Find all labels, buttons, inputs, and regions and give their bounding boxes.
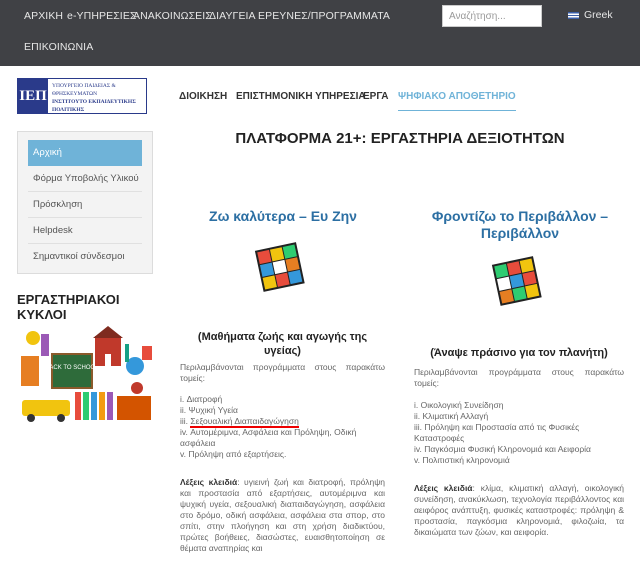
rubiks-cube-icon [491, 256, 542, 306]
greek-flag-icon [568, 11, 579, 19]
top-navbar: ΑΡΧΙΚΗ e-ΥΠΗΡΕΣΙΕΣ ΑΝΑΚΟΙΝΩΣΕΙΣ ΔΙΑΥΓΕΙΑ… [0, 0, 640, 66]
list-item: v. Πρόληψη από εξαρτήσεις. [180, 449, 287, 459]
right-section-title[interactable]: Φροντίζω το Περιβάλλον – Περιβάλλον [410, 208, 630, 242]
logo-line-2: ΙΝΣΤΙΤΟΥΤΟ ΕΚΠΑΙΔΕΥΤΙΚΗΣ ΠΟΛΙΤΙΚΗΣ [52, 99, 136, 113]
language-selector[interactable]: Greek [568, 9, 613, 21]
sidebar-item-invitation[interactable]: Πρόσκληση [28, 192, 142, 218]
logo-mark: ΙΕΠ [18, 79, 48, 113]
search-input[interactable]: Αναζήτηση... [442, 5, 542, 27]
list-item: ii. Κλιματική Αλλαγή [414, 411, 489, 421]
list-item: v. Πολιτιστική κληρονομιά [414, 455, 510, 465]
rubiks-cube-icon [254, 242, 305, 292]
list-item: i. Οικολογική Συνείδηση [414, 400, 504, 410]
right-topic-list: i. Οικολογική Συνείδηση ii. Κλιματική Αλ… [414, 400, 624, 466]
logo-line-1: ΥΠΟΥΡΓΕΙΟ ΠΑΙΔΕΙΑΣ & ΘΡΗΣΚΕΥΜΑΤΩΝ [52, 83, 116, 97]
list-item: i. Διατροφή [180, 394, 223, 404]
right-keywords: Λέξεις κλειδιά: κλίμα, κλιματική αλλαγή,… [414, 483, 624, 537]
sidebar-item-links[interactable]: Σημαντικοί σύνδεσμοι [28, 244, 142, 270]
nav-e-services[interactable]: e-ΥΠΗΡΕΣΙΕΣ [67, 10, 137, 22]
right-intro: Περιλαμβάνονται προγράμματα στους παρακά… [414, 367, 624, 388]
sidebar-item-home[interactable]: Αρχική [28, 140, 142, 166]
illus-text: BACK TO SCHOOL [45, 365, 99, 371]
language-label: Greek [584, 9, 613, 21]
mainnav-digital-repository[interactable]: ΨΗΦΙΑΚΟ ΑΠΟΘΕΤΗΡΙΟ [398, 91, 516, 111]
list-item: iii. Πρόληψη και Προστασία από τις Φυσικ… [414, 422, 580, 443]
left-intro: Περιλαμβάνονται προγράμματα στους παρακά… [180, 362, 385, 383]
page-title: ΠΛΑΤΦΟΡΜΑ 21+: ΕΡΓΑΣΤΗΡΙΑ ΔΕΞΙΟΤΗΤΩΝ [235, 130, 565, 147]
nav-home[interactable]: ΑΡΧΙΚΗ [24, 10, 63, 22]
left-keywords: Λέξεις κλειδιά: υγιεινή ζωή και διατροφή… [180, 477, 386, 553]
sidebar-menu: Αρχική Φόρμα Υποβολής Υλικού Πρόσκληση H… [17, 131, 153, 274]
left-section-title[interactable]: Ζω καλύτερα – Ευ Ζην [176, 208, 390, 225]
site-logo[interactable]: ΙΕΠ ΥΠΟΥΡΓΕΙΟ ΠΑΙΔΕΙΑΣ & ΘΡΗΣΚΕΥΜΑΤΩΝ ΙΝ… [17, 78, 147, 114]
left-section-subtitle: (Μαθήματα ζωής και αγωγής της υγείας) [197, 331, 368, 357]
list-item: iv. Παγκόσμια Φυσική Κληρονομιά και Αειφ… [414, 444, 591, 454]
sidebar-item-helpdesk[interactable]: Helpdesk [28, 218, 142, 244]
logo-text: ΥΠΟΥΡΓΕΙΟ ΠΑΙΔΕΙΑΣ & ΘΡΗΣΚΕΥΜΑΤΩΝ ΙΝΣΤΙΤ… [48, 79, 146, 113]
nav-announcements[interactable]: ΑΝΑΚΟΙΝΩΣΕΙΣ [133, 10, 212, 22]
list-item: iv. Αυτομέριμνα, Ασφάλεια και Πρόληψη, Ο… [180, 427, 357, 448]
nav-contact[interactable]: ΕΠΙΚΟΙΝΩΝΙΑ [24, 41, 93, 53]
mainnav-scientific-service[interactable]: ΕΠΙΣΤΗΜΟΝΙΚΗ ΥΠΗΡΕΣΙΑ [236, 91, 366, 102]
left-topic-list: i. Διατροφή ii. Ψυχική Υγεία iii. Σεξουα… [180, 394, 385, 460]
right-section-subtitle: (Άναψε πράσινο για τον πλανήτη) [430, 347, 608, 359]
workshop-cycles-title: ΕΡΓΑΣΤΗΡΙΑΚΟΙ ΚΥΚΛΟΙ [17, 292, 120, 322]
list-item: iii. Σεξουαλική Διαπαιδαγώγηση [180, 416, 299, 428]
nav-research[interactable]: ΕΡΕΥΝΕΣ/ΠΡΟΓΡΑΜΜΑΤΑ [258, 10, 390, 22]
back-to-school-illustration[interactable]: BACK TO SCHOOL [17, 326, 157, 426]
list-item: ii. Ψυχική Υγεία [180, 405, 238, 415]
sidebar-item-upload-form[interactable]: Φόρμα Υποβολής Υλικού [28, 166, 142, 192]
nav-diavgeia[interactable]: ΔΙΑΥΓΕΙΑ [209, 10, 256, 22]
mainnav-administration[interactable]: ΔΙΟΙΚΗΣΗ [179, 91, 227, 102]
mainnav-projects[interactable]: ΕΡΓΑ [363, 91, 388, 102]
